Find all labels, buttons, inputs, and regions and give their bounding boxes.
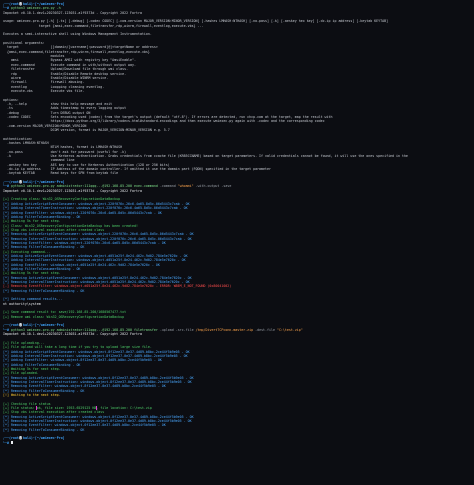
command-argument: "whoami" <box>177 184 194 189</box>
command-option: -dest-file <box>253 327 277 332</box>
file-status-suffix: , file location: C:\test.zip <box>96 405 152 410</box>
terminal-window[interactable]: ┌──(root💀kali)-[~/wmiexec-Pro] └─# python… <box>0 0 474 485</box>
command-option: -upload -src-file <box>159 327 196 332</box>
command-argument: "C:\test.zip" <box>276 327 303 332</box>
command-text: python3 wmiexec-pro.py administrator:111… <box>10 184 160 189</box>
command-option: -with-output -save <box>193 184 232 189</box>
command-argument: /tmp/DivertTCPconn-master.zip <box>195 327 254 332</box>
cursor <box>10 441 13 445</box>
command-option: -command <box>159 184 178 189</box>
prompt-symbol: └─# <box>3 440 11 445</box>
prompt-symbol: └─# <box>3 6 11 11</box>
command-text: python3 wmiexec-pro.py -h <box>10 6 61 11</box>
prompt-user-host: ┌──(root💀kali)-[~/wmiexec-Pro] <box>3 436 65 441</box>
command-line[interactable]: └─# <box>3 441 471 445</box>
prompt-symbol: └─# <box>3 184 11 189</box>
